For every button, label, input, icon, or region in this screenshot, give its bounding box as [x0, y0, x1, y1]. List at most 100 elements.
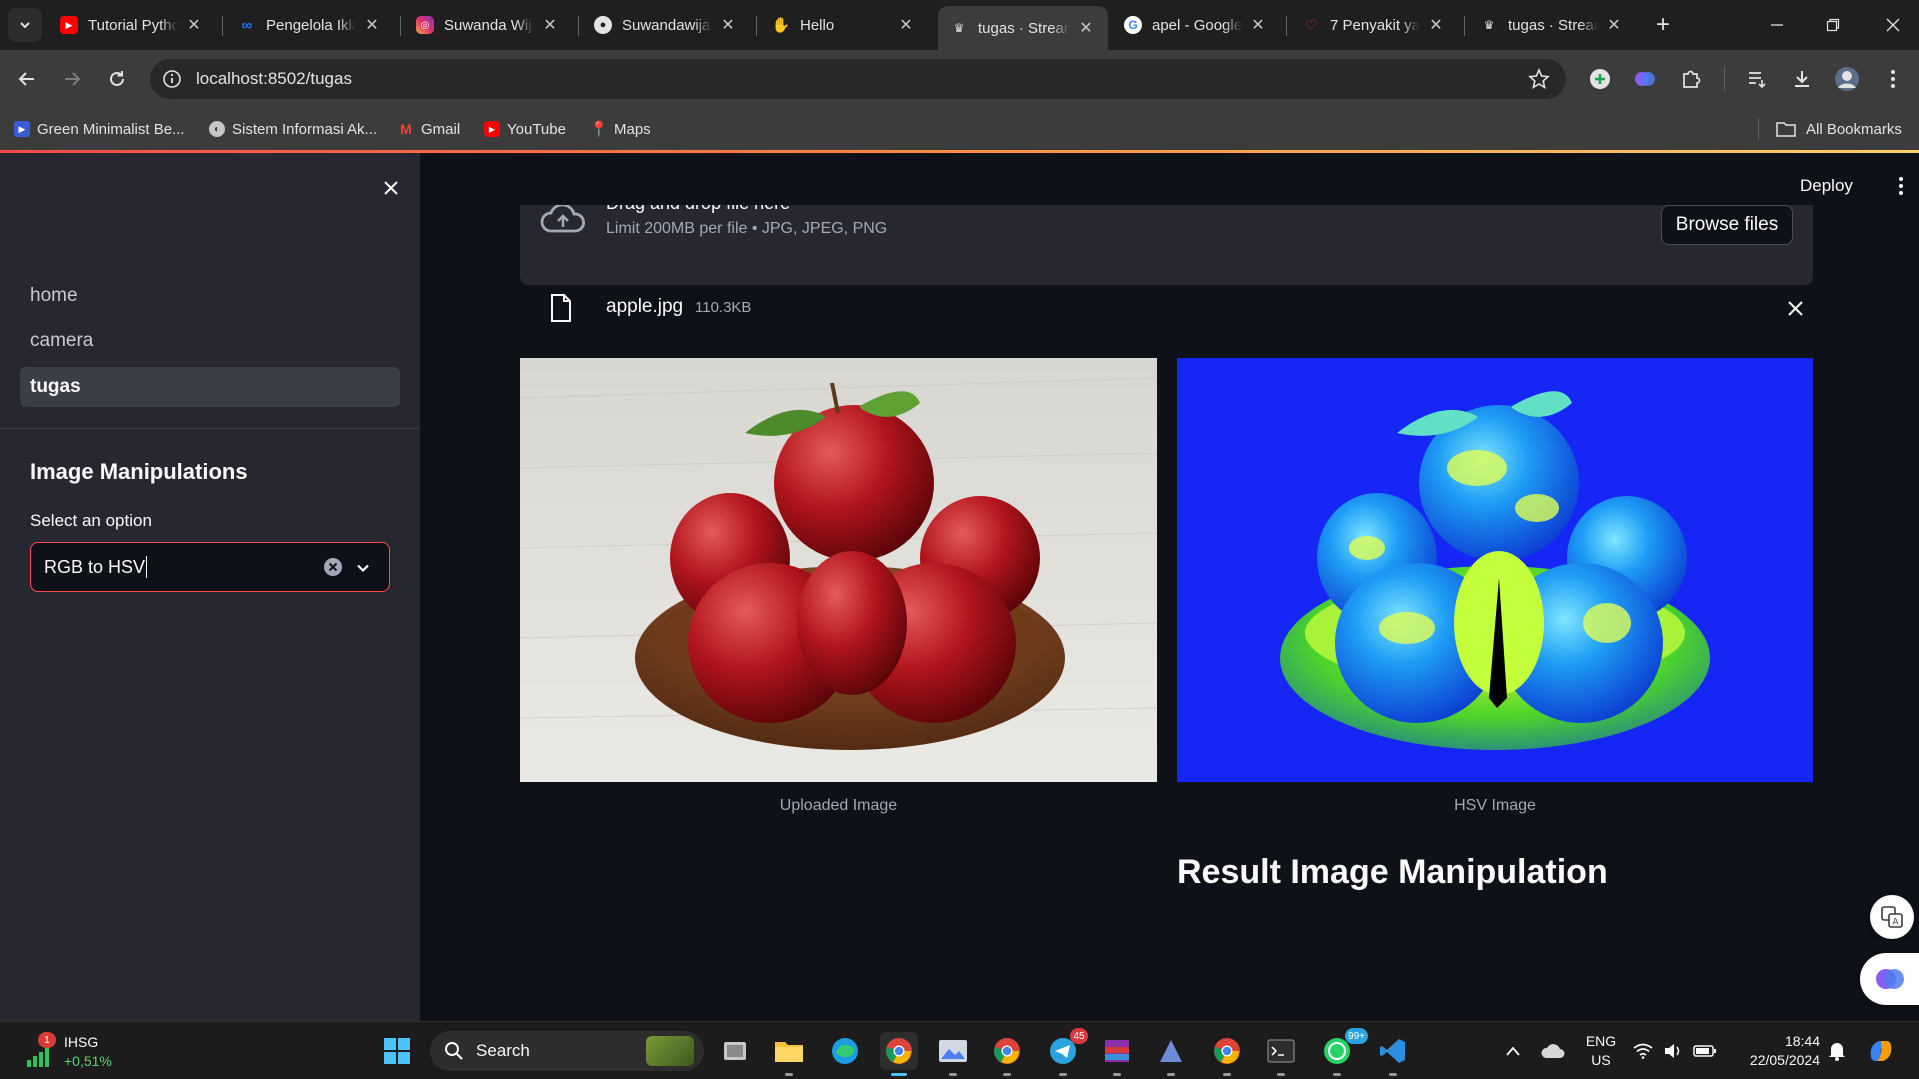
close-icon[interactable]: ✕ — [540, 15, 560, 35]
close-icon — [1787, 300, 1803, 316]
ai-assistant-float-button[interactable] — [1860, 953, 1919, 1005]
bookmark-item[interactable]: ▶ YouTube — [484, 118, 566, 140]
onedrive-icon[interactable] — [1534, 1032, 1572, 1070]
instagram-icon: ◎ — [416, 16, 434, 34]
clear-selection-icon[interactable] — [323, 557, 343, 577]
start-button[interactable] — [378, 1032, 416, 1070]
close-icon[interactable]: ✕ — [184, 15, 204, 35]
file-dropzone[interactable]: Drag and drop file here Limit 200MB per … — [520, 205, 1813, 285]
language-code: ENG — [1585, 1033, 1617, 1049]
new-tab-button[interactable]: + — [1646, 8, 1680, 42]
browser-tab[interactable]: ♛ tugas · Stream ✕ — [1468, 8, 1636, 42]
copilot-icon[interactable] — [1862, 1032, 1900, 1070]
remove-file-button[interactable] — [1780, 293, 1810, 323]
reload-button[interactable] — [100, 62, 134, 96]
browser-tab[interactable]: ▶ Tutorial Pytho ✕ — [48, 8, 216, 42]
volume-icon[interactable] — [1660, 1032, 1686, 1070]
cloud-upload-icon — [540, 205, 586, 235]
browser-tab[interactable]: ◎ Suwanda Wija ✕ — [404, 8, 572, 42]
browser-tab-strip: ▶ Tutorial Pytho ✕ ∞ Pengelola Ikla ✕ ◎ … — [0, 0, 1919, 50]
whatsapp-icon[interactable]: 99+ — [1318, 1028, 1368, 1076]
chevron-down-icon[interactable] — [353, 558, 373, 578]
close-icon[interactable]: ✕ — [1604, 15, 1624, 35]
brain-icon — [1876, 969, 1904, 989]
bookmark-label: Gmail — [421, 120, 461, 138]
nav-item-tugas[interactable]: tugas — [20, 367, 400, 407]
browser-tab-active[interactable]: ♛ tugas · Stream ✕ — [938, 6, 1108, 50]
bookmark-item[interactable]: 📍 Maps — [590, 118, 651, 140]
close-icon[interactable]: ✕ — [896, 15, 916, 35]
app-menu-icon[interactable] — [1886, 171, 1916, 201]
winrar-icon[interactable] — [1098, 1032, 1136, 1076]
minimize-button[interactable] — [1760, 8, 1794, 42]
taskbar-search-box[interactable]: Search — [430, 1031, 704, 1071]
telegram-icon[interactable]: 45 — [1044, 1028, 1088, 1076]
close-window-button[interactable] — [1876, 8, 1910, 42]
extensions-puzzle-icon[interactable] — [1674, 62, 1708, 96]
all-bookmarks-button[interactable]: All Bookmarks — [1776, 118, 1902, 140]
close-sidebar-button[interactable] — [376, 173, 406, 203]
bookmark-star-icon[interactable] — [1528, 67, 1550, 90]
wifi-icon[interactable] — [1630, 1032, 1656, 1070]
streamlit-icon: ♛ — [1483, 18, 1495, 32]
tab-label: apel - Google — [1152, 16, 1242, 34]
clock[interactable]: 18:44 22/05/2024 — [1728, 1032, 1820, 1070]
browse-files-button[interactable]: Browse files — [1661, 205, 1793, 245]
taskview-icon[interactable] — [716, 1032, 754, 1070]
browser-tab[interactable]: ● Suwandawija ✕ — [582, 8, 750, 42]
close-icon[interactable]: ✕ — [718, 15, 738, 35]
show-hidden-icons[interactable] — [1494, 1032, 1532, 1070]
close-icon[interactable]: ✕ — [1248, 15, 1268, 35]
streamlit-icon: ♛ — [953, 21, 965, 35]
uploaded-image — [520, 358, 1157, 782]
bookmark-item[interactable]: M Gmail — [398, 118, 460, 140]
nav-item-home[interactable]: home — [20, 276, 400, 316]
browser-toolbar: localhost:8502/tugas — [0, 50, 1919, 108]
sidebar-divider — [0, 428, 420, 429]
chrome-icon[interactable] — [880, 1032, 918, 1076]
close-icon[interactable]: ✕ — [362, 15, 382, 35]
extension-brain-icon[interactable] — [1628, 62, 1662, 96]
extension-add-icon[interactable] — [1583, 62, 1617, 96]
browser-tab[interactable]: ∞ Pengelola Ikla ✕ — [226, 8, 394, 42]
site-info-icon[interactable] — [162, 69, 182, 89]
bookmark-item[interactable]: ▶ Green Minimalist Be... — [14, 118, 185, 140]
profile-avatar[interactable] — [1830, 62, 1864, 96]
browser-tab[interactable]: ✋ Hello ✕ — [760, 8, 928, 42]
vscode-icon[interactable] — [1374, 1032, 1412, 1076]
restore-icon — [1826, 18, 1840, 32]
tab-search-button[interactable] — [8, 8, 42, 42]
edge-icon[interactable] — [826, 1032, 864, 1070]
stock-widget[interactable]: 1 IHSG +0,51% — [22, 1030, 132, 1074]
notification-badge: 1 — [38, 1032, 56, 1048]
forward-button[interactable] — [55, 62, 89, 96]
translate-float-button[interactable]: A — [1870, 895, 1914, 939]
app-a-icon[interactable] — [1152, 1032, 1190, 1076]
bookmark-item[interactable]: ◐ Sistem Informasi Ak... — [209, 118, 377, 140]
nav-item-label: tugas — [30, 376, 81, 397]
back-button[interactable] — [10, 62, 44, 96]
close-icon[interactable]: ✕ — [1076, 18, 1096, 38]
browser-menu-icon[interactable] — [1876, 62, 1910, 96]
browser-tab[interactable]: G apel - Google ✕ — [1112, 8, 1280, 42]
address-bar[interactable]: localhost:8502/tugas — [150, 59, 1566, 99]
file-explorer-icon[interactable] — [770, 1032, 808, 1076]
language-indicator[interactable]: ENG US — [1578, 1032, 1624, 1070]
nav-item-camera[interactable]: camera — [20, 321, 400, 361]
browser-tab[interactable]: ♡ 7 Penyakit ya ✕ — [1290, 8, 1458, 42]
close-icon[interactable]: ✕ — [1426, 15, 1446, 35]
browse-files-label: Browse files — [1675, 214, 1779, 235]
photos-icon[interactable] — [934, 1032, 972, 1076]
deploy-button[interactable]: Deploy — [1800, 171, 1853, 201]
wave-hand-icon: ✋ — [771, 17, 791, 34]
translate-icon: A — [1881, 906, 1903, 928]
reading-list-icon[interactable] — [1740, 62, 1774, 96]
notification-bell-icon[interactable] — [1822, 1032, 1852, 1070]
chrome-profile-2-icon[interactable] — [1208, 1032, 1246, 1076]
terminal-icon[interactable] — [1262, 1032, 1300, 1076]
battery-icon[interactable] — [1690, 1032, 1720, 1070]
download-icon[interactable] — [1785, 62, 1819, 96]
chrome-profile-icon[interactable] — [988, 1032, 1026, 1076]
image-option-select[interactable]: RGB to HSV — [30, 542, 390, 592]
restore-button[interactable] — [1816, 8, 1850, 42]
